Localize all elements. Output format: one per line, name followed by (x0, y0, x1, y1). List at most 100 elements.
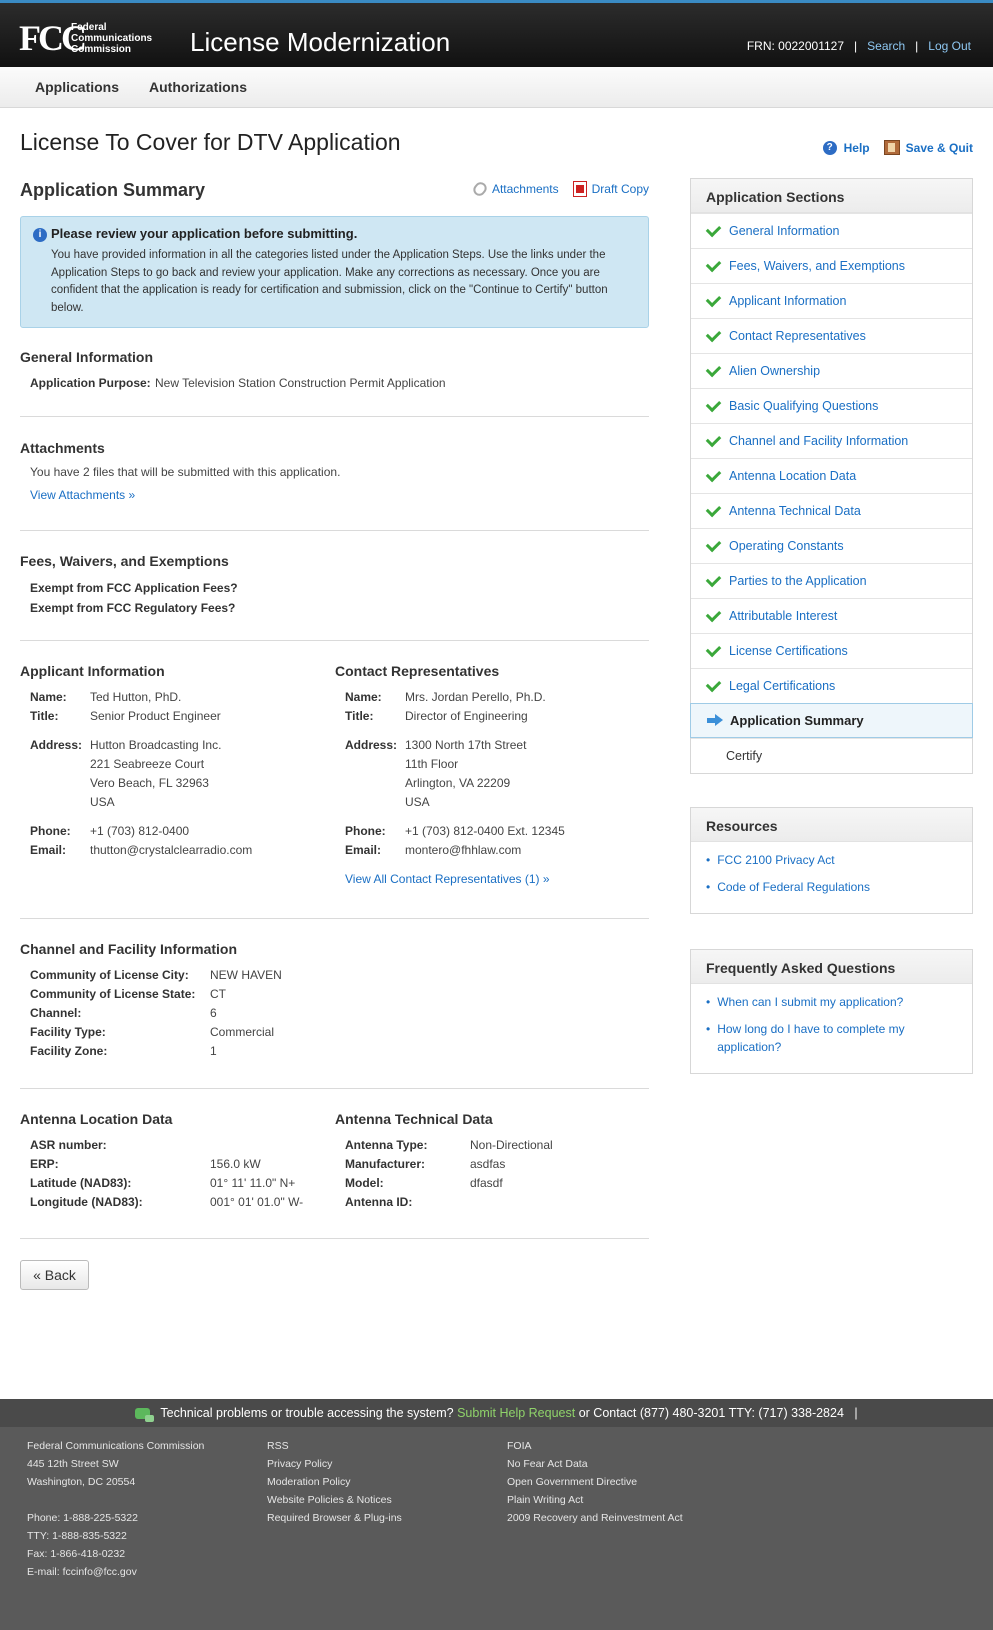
footer-link[interactable]: FOIA (507, 1437, 683, 1455)
sidebar-item[interactable]: Parties to the Application (691, 563, 972, 598)
address-line: USA (405, 795, 430, 809)
general-heading: General Information (20, 349, 154, 365)
faq-item[interactable]: • How long do I have to complete my appli… (706, 1020, 957, 1056)
footer-contact-text: or Contact (877) 480-3201 TTY: (717) 338… (578, 1406, 844, 1420)
sidebar-item-label[interactable]: Channel and Facility Information (729, 434, 908, 448)
sidebar-item-label[interactable]: Antenna Technical Data (729, 504, 861, 518)
agency-line: Communications (71, 32, 153, 44)
footer-col-info: FOIA No Fear Act Data Open Government Di… (507, 1437, 683, 1527)
fees-question-1: Exempt from FCC Application Fees? (30, 581, 238, 595)
logout-link[interactable]: Log Out (928, 39, 971, 53)
save-quit-icon (883, 140, 900, 155)
sidebar-item-label[interactable]: Parties to the Application (729, 574, 867, 588)
address-line: 11th Floor (405, 757, 459, 771)
resource-link[interactable]: FCC 2100 Privacy Act (717, 851, 834, 869)
sidebar-item-label[interactable]: Legal Certifications (729, 679, 835, 693)
footer-link[interactable]: Website Policies & Notices (267, 1491, 402, 1509)
sidebar-item[interactable]: Contact Representatives (691, 318, 972, 353)
sidebar-item[interactable]: Channel and Facility Information (691, 423, 972, 458)
sidebar-item-label[interactable]: Fees, Waivers, and Exemptions (729, 259, 905, 273)
resource-item[interactable]: • Code of Federal Regulations (706, 878, 957, 896)
resource-link[interactable]: Code of Federal Regulations (717, 878, 870, 896)
footer-link[interactable]: RSS (267, 1437, 402, 1455)
sidebar-item-label[interactable]: Contact Representatives (729, 329, 866, 343)
checkmark-icon (705, 571, 722, 587)
sidebar-item[interactable]: Applicant Information (691, 283, 972, 318)
antenna-technical-label: Antenna Type: (345, 1138, 428, 1152)
nav-applications[interactable]: Applications (35, 79, 119, 95)
fcc-logo[interactable]: FCC Federal Communications Commission (19, 20, 153, 56)
search-link[interactable]: Search (867, 39, 905, 53)
sidebar-item-label[interactable]: Applicant Information (729, 294, 846, 308)
faq-item[interactable]: • When can I submit my application? (706, 993, 957, 1011)
sidebar-item-label[interactable]: License Certifications (729, 644, 848, 658)
sidebar-item[interactable]: Basic Qualifying Questions (691, 388, 972, 423)
sidebar-item-label: Certify (726, 749, 763, 763)
address-line: Arlington, VA 22209 (405, 776, 511, 790)
contact-name-label: Name: (345, 690, 382, 704)
faq-link[interactable]: How long do I have to complete my applic… (717, 1020, 917, 1056)
sidebar-item-label[interactable]: Operating Constants (729, 539, 844, 553)
sidebar-item[interactable]: Operating Constants (691, 528, 972, 563)
footer-link[interactable]: Moderation Policy (267, 1473, 402, 1491)
help-link[interactable]: Help (844, 141, 870, 155)
submit-help-link[interactable]: Submit Help Request (457, 1406, 575, 1420)
footer-link[interactable]: 2009 Recovery and Reinvestment Act (507, 1509, 683, 1527)
sidebar-item[interactable]: General Information (691, 213, 972, 248)
address-line: USA (90, 795, 115, 809)
footer-link[interactable]: Required Browser & Plug-ins (267, 1509, 402, 1527)
resources-panel: Resources • FCC 2100 Privacy Act • Code of… (690, 807, 973, 914)
footer-link[interactable]: No Fear Act Data (507, 1455, 683, 1473)
footer-link[interactable]: Open Government Directive (507, 1473, 683, 1491)
sidebar-item[interactable]: Antenna Technical Data (691, 493, 972, 528)
antenna-location-label: ERP: (30, 1157, 59, 1171)
pdf-icon (572, 181, 587, 197)
channel-value: 1 (210, 1044, 217, 1058)
contact-title: Director of Engineering (405, 709, 528, 723)
help-icon: ? (822, 140, 837, 155)
sidebar-item[interactable]: Antenna Location Data (691, 458, 972, 493)
sidebar-item-label[interactable]: Antenna Location Data (729, 469, 856, 483)
sidebar-item-label[interactable]: General Information (729, 224, 839, 238)
info-icon: i (33, 228, 47, 242)
view-attachments-link[interactable]: View Attachments » (20, 488, 649, 502)
address-line: 1300 North 17th Street (405, 738, 527, 752)
sidebar-item[interactable]: Fees, Waivers, and Exemptions (691, 248, 972, 283)
contact-block: Contact Representatives Name: Mrs. Jordan… (335, 663, 649, 889)
resource-item[interactable]: • FCC 2100 Privacy Act (706, 851, 957, 869)
faq-link[interactable]: When can I submit my application? (717, 993, 903, 1011)
back-button[interactable]: « Back (20, 1260, 89, 1290)
checkmark-icon (705, 606, 722, 622)
sidebar-item-label[interactable]: Basic Qualifying Questions (729, 399, 878, 413)
channel-value: 6 (210, 1006, 217, 1020)
contact-address: 1300 North 17th Street 11th Floor Arling… (405, 736, 526, 812)
nav-authorizations[interactable]: Authorizations (149, 79, 247, 95)
draft-copy-link[interactable]: Draft Copy (592, 182, 649, 196)
sidebar-item-current[interactable]: Application Summary (690, 703, 973, 738)
summary-header: Application Summary Attachments Draft Co… (20, 170, 649, 206)
antenna-location-value: 001° 01' 01.0" W- (210, 1195, 304, 1209)
notice-body: You have provided information in all the… (51, 249, 608, 314)
sidebar-item-label[interactable]: Attributable Interest (729, 609, 837, 623)
faq-heading: Frequently Asked Questions (691, 950, 972, 984)
antenna-technical-block: Antenna Technical Data Antenna Type: Non-… (335, 1111, 649, 1212)
antenna-technical-label: Antenna ID: (345, 1195, 413, 1209)
sidebar-item[interactable]: License Certifications (691, 633, 972, 668)
sidebar-item-label[interactable]: Alien Ownership (729, 364, 820, 378)
sidebar-item[interactable]: Attributable Interest (691, 598, 972, 633)
address-line: Hutton Broadcasting Inc. (90, 738, 222, 752)
view-all-contacts-link[interactable]: View All Contact Representatives (1) » (345, 869, 649, 889)
footer-link[interactable]: Plain Writing Act (507, 1491, 683, 1509)
checkmark-icon (705, 501, 722, 517)
footer: Federal Communications Commission 445 12… (0, 1427, 993, 1630)
attachments-link[interactable]: Attachments (492, 182, 559, 196)
applicant-email-label: Email: (30, 843, 67, 857)
footer-col-policies: RSS Privacy Policy Moderation Policy Web… (267, 1437, 402, 1527)
checkmark-icon (705, 396, 722, 412)
sidebar-item[interactable]: Legal Certifications (691, 668, 972, 703)
save-quit-link[interactable]: Save & Quit (906, 141, 973, 155)
footer-link[interactable]: Privacy Policy (267, 1455, 402, 1473)
checkmark-icon (705, 431, 722, 447)
sidebar-item[interactable]: Alien Ownership (691, 353, 972, 388)
channel-rows: Community of License City: NEW HAVEN Comm… (20, 966, 649, 1061)
